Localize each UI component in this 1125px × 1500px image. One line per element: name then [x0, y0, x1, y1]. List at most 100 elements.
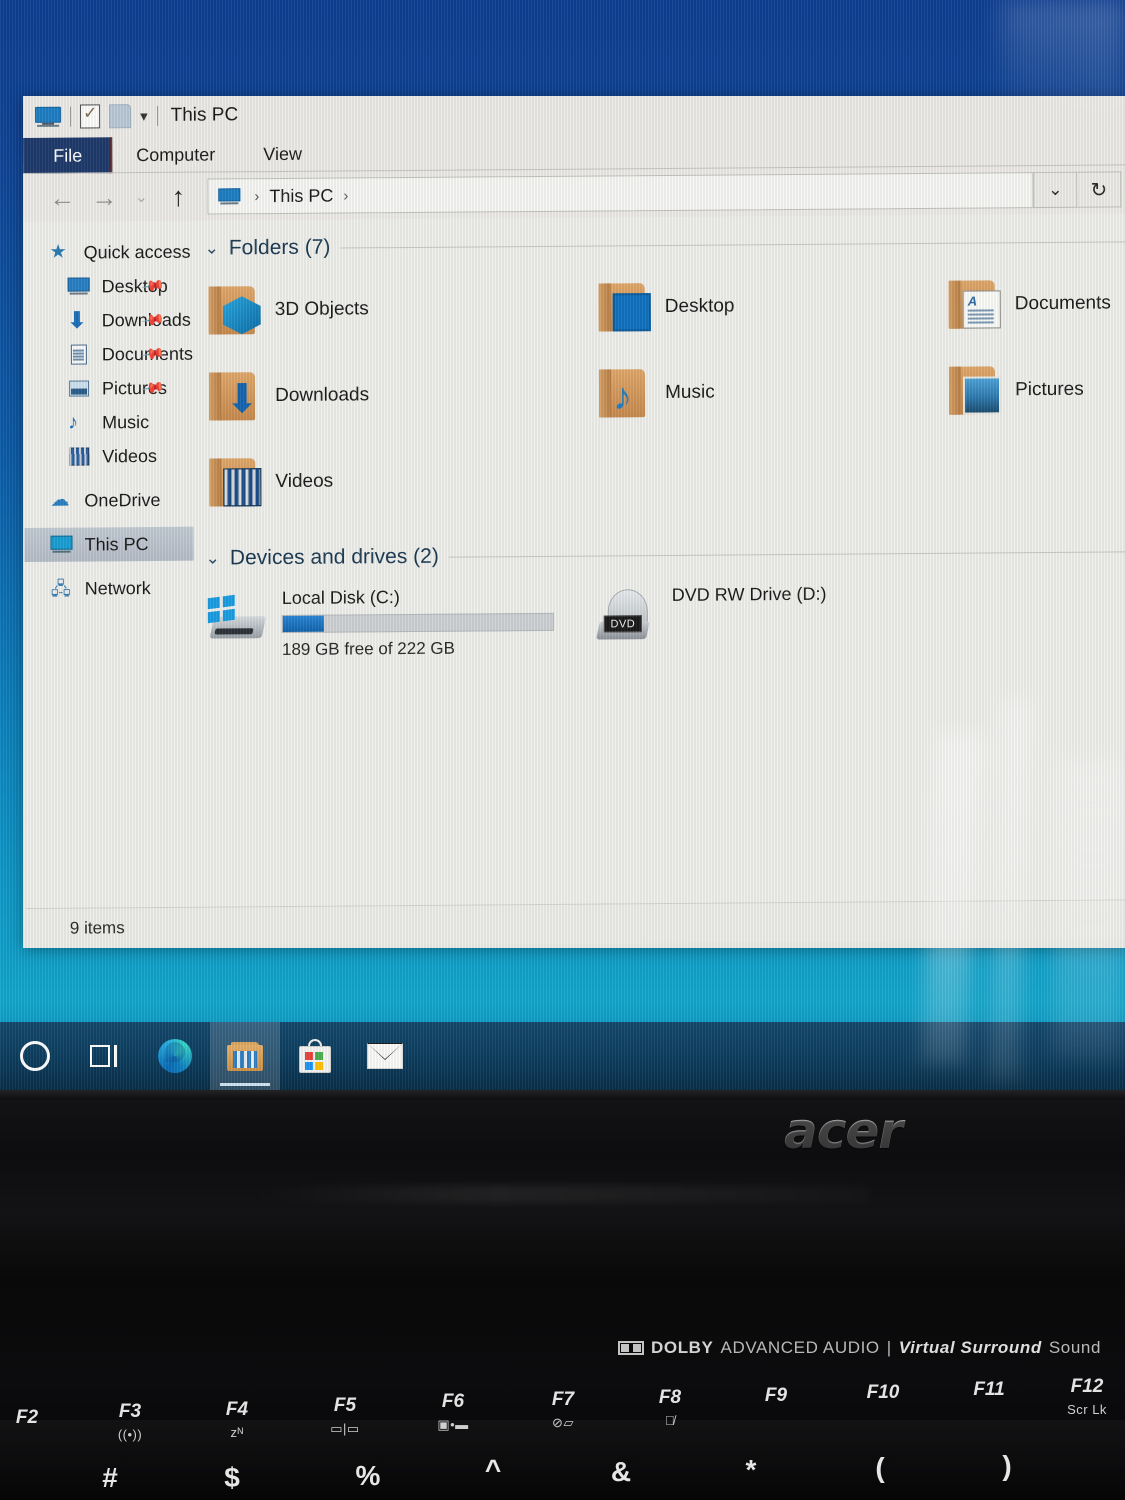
- forward-button[interactable]: →: [83, 177, 125, 217]
- file-explorer-icon: [227, 1041, 263, 1071]
- tab-computer[interactable]: Computer: [112, 136, 239, 173]
- key-4-symbol[interactable]: $: [197, 1462, 267, 1494]
- sidebar-item-label: OneDrive: [84, 489, 161, 511]
- key-f12[interactable]: F12 Scr Lk: [1042, 1376, 1125, 1417]
- file-explorer-button[interactable]: [210, 1022, 280, 1090]
- back-button[interactable]: ←: [41, 178, 83, 218]
- task-view-button[interactable]: [70, 1022, 140, 1090]
- key-f2[interactable]: F2: [0, 1407, 72, 1433]
- sidebar-item-music[interactable]: ♪ Music: [24, 405, 193, 440]
- music-icon: ♪: [68, 411, 79, 434]
- this-pc-icon: [50, 535, 73, 555]
- up-button[interactable]: ↑: [157, 177, 199, 217]
- folder-item-downloads[interactable]: ⬇ Downloads: [205, 356, 595, 435]
- key-3-symbol[interactable]: #: [75, 1462, 145, 1494]
- chevron-down-icon[interactable]: ⌄: [206, 548, 220, 568]
- network-icon: 🖧: [50, 578, 71, 599]
- sidebar-item-pictures[interactable]: Pictures 📌: [24, 371, 193, 406]
- sidebar-item-downloads[interactable]: ⬇ Downloads 📌: [24, 303, 193, 338]
- key-f6[interactable]: F6 ▣•▬: [408, 1391, 498, 1433]
- key-5-symbol[interactable]: %: [333, 1460, 403, 1492]
- drive-item-dvd-rw-d[interactable]: DVD DVD RW Drive (D:): [596, 577, 946, 658]
- breadcrumb-separator-trailing[interactable]: ›: [335, 187, 356, 204]
- sidebar-item-label: Network: [84, 577, 151, 599]
- tab-file[interactable]: File: [23, 137, 113, 175]
- key-f4[interactable]: F4 zᴺ: [192, 1399, 282, 1440]
- folder-item-3d-objects[interactable]: 3D Objects: [205, 270, 595, 349]
- folder-item-desktop[interactable]: Desktop: [595, 267, 945, 346]
- dvd-drive-icon: DVD: [596, 589, 658, 643]
- microsoft-store-icon: [299, 1039, 331, 1073]
- breadcrumb-this-pc[interactable]: This PC: [269, 185, 333, 207]
- folder-documents-icon: [945, 278, 1001, 330]
- star-icon: ★: [49, 241, 67, 263]
- address-dropdown-button[interactable]: ⌄: [1033, 171, 1078, 209]
- folder-label: Videos: [275, 470, 334, 493]
- devices-group-header[interactable]: ⌄ Devices and drives (2): [206, 538, 1125, 571]
- key-7-symbol[interactable]: &: [586, 1456, 656, 1488]
- sidebar-item-network[interactable]: 🖧 Network: [25, 571, 194, 606]
- folder-item-music[interactable]: ♪ Music: [595, 353, 945, 432]
- sidebar-item-quick-access[interactable]: ★ Quick access: [23, 235, 192, 270]
- folder-3d-objects-icon: [205, 284, 261, 336]
- dolby-logo-icon: [618, 1341, 644, 1355]
- mail-button[interactable]: [350, 1022, 420, 1090]
- key-9-symbol[interactable]: (: [845, 1452, 915, 1484]
- edge-button[interactable]: [140, 1022, 210, 1090]
- edge-icon: [158, 1039, 192, 1073]
- key-f9[interactable]: F9: [731, 1385, 821, 1411]
- devices-grid[interactable]: Local Disk (C:) 189 GB free of 222 GB DV…: [206, 574, 1125, 661]
- folder-item-documents[interactable]: Documents: [945, 264, 1125, 343]
- file-explorer-window[interactable]: ▾ This PC File Computer View ← → ⌄ ↑ › T…: [23, 96, 1125, 948]
- properties-icon[interactable]: [80, 104, 101, 129]
- folder-label: Pictures: [1015, 378, 1084, 401]
- folders-group-header[interactable]: ⌄ Folders (7): [205, 228, 1125, 261]
- key-f7[interactable]: F7 ⊘▱: [518, 1389, 608, 1431]
- drive-capacity-text: 189 GB free of 222 GB: [281, 638, 455, 659]
- sound-text: Sound: [1048, 1338, 1102, 1357]
- folder-label: 3D Objects: [274, 298, 369, 321]
- badge-divider: |: [886, 1338, 892, 1357]
- keyboard-number-row[interactable]: # $ % ^ & * ( ): [0, 1450, 1125, 1500]
- key-8-symbol[interactable]: *: [716, 1454, 786, 1486]
- customize-dropdown-icon[interactable]: ▾: [140, 108, 148, 125]
- key-f10[interactable]: F10: [838, 1382, 928, 1408]
- key-f5[interactable]: F5 ▭|▭: [300, 1395, 390, 1437]
- sidebar-item-videos[interactable]: Videos: [24, 439, 193, 474]
- sidebar-item-documents[interactable]: Documents 📌: [24, 337, 193, 372]
- keyboard-function-row[interactable]: F2 F3 ((•)) F4 zᴺ F5 ▭|▭ F6 ▣•▬ F7 ⊘▱ F8…: [0, 1376, 1125, 1455]
- cortana-button[interactable]: [0, 1022, 70, 1090]
- address-bar-row[interactable]: ← → ⌄ ↑ › This PC › ⌄ ↻: [23, 165, 1125, 223]
- recent-locations-button[interactable]: ⌄: [125, 177, 157, 217]
- taskbar[interactable]: [0, 1022, 1125, 1090]
- drive-item-local-disk-c[interactable]: Local Disk (C:) 189 GB free of 222 GB: [206, 580, 596, 661]
- refresh-button[interactable]: ↻: [1077, 171, 1122, 208]
- key-6-symbol[interactable]: ^: [458, 1454, 528, 1486]
- content-pane[interactable]: ⌄ Folders (7) 3D Objects Desktop A Docum…: [192, 212, 1125, 907]
- folder-item-videos[interactable]: Videos: [205, 442, 595, 521]
- chevron-down-icon[interactable]: ⌄: [205, 238, 219, 258]
- folder-label: Desktop: [664, 295, 735, 317]
- key-f11[interactable]: F11: [944, 1379, 1034, 1405]
- window-title: This PC: [170, 104, 239, 126]
- folders-grid[interactable]: 3D Objects Desktop Documents: [205, 264, 1125, 521]
- navigation-pane[interactable]: ★ Quick access Desktop 📌 ⬇ Downloads 📌 D…: [23, 221, 194, 908]
- this-pc-icon[interactable]: [35, 106, 62, 127]
- sidebar-item-onedrive[interactable]: ☁ OneDrive: [24, 483, 193, 518]
- folder-item-pictures[interactable]: Pictures: [945, 350, 1125, 429]
- key-f8[interactable]: F8 ⏚̸: [625, 1387, 715, 1428]
- photo-of-laptop-screen: ▾ This PC File Computer View ← → ⌄ ↑ › T…: [0, 0, 1125, 1500]
- sidebar-item-label: This PC: [84, 533, 149, 555]
- address-bar[interactable]: › This PC ›: [207, 172, 1034, 215]
- tab-view[interactable]: View: [239, 136, 326, 173]
- sidebar-item-desktop[interactable]: Desktop 📌: [24, 269, 193, 304]
- breadcrumb-this-pc-icon[interactable]: [218, 187, 241, 205]
- drive-label: Local Disk (C:): [281, 587, 400, 608]
- sidebar-item-this-pc[interactable]: This PC: [24, 526, 194, 563]
- acer-brand-logo: acer: [758, 1100, 928, 1162]
- key-0-symbol[interactable]: ): [972, 1450, 1042, 1482]
- key-f3[interactable]: F3 ((•)): [85, 1401, 175, 1442]
- folder-pictures-icon: [945, 364, 1002, 416]
- new-folder-icon[interactable]: [109, 104, 132, 129]
- microsoft-store-button[interactable]: [280, 1022, 350, 1090]
